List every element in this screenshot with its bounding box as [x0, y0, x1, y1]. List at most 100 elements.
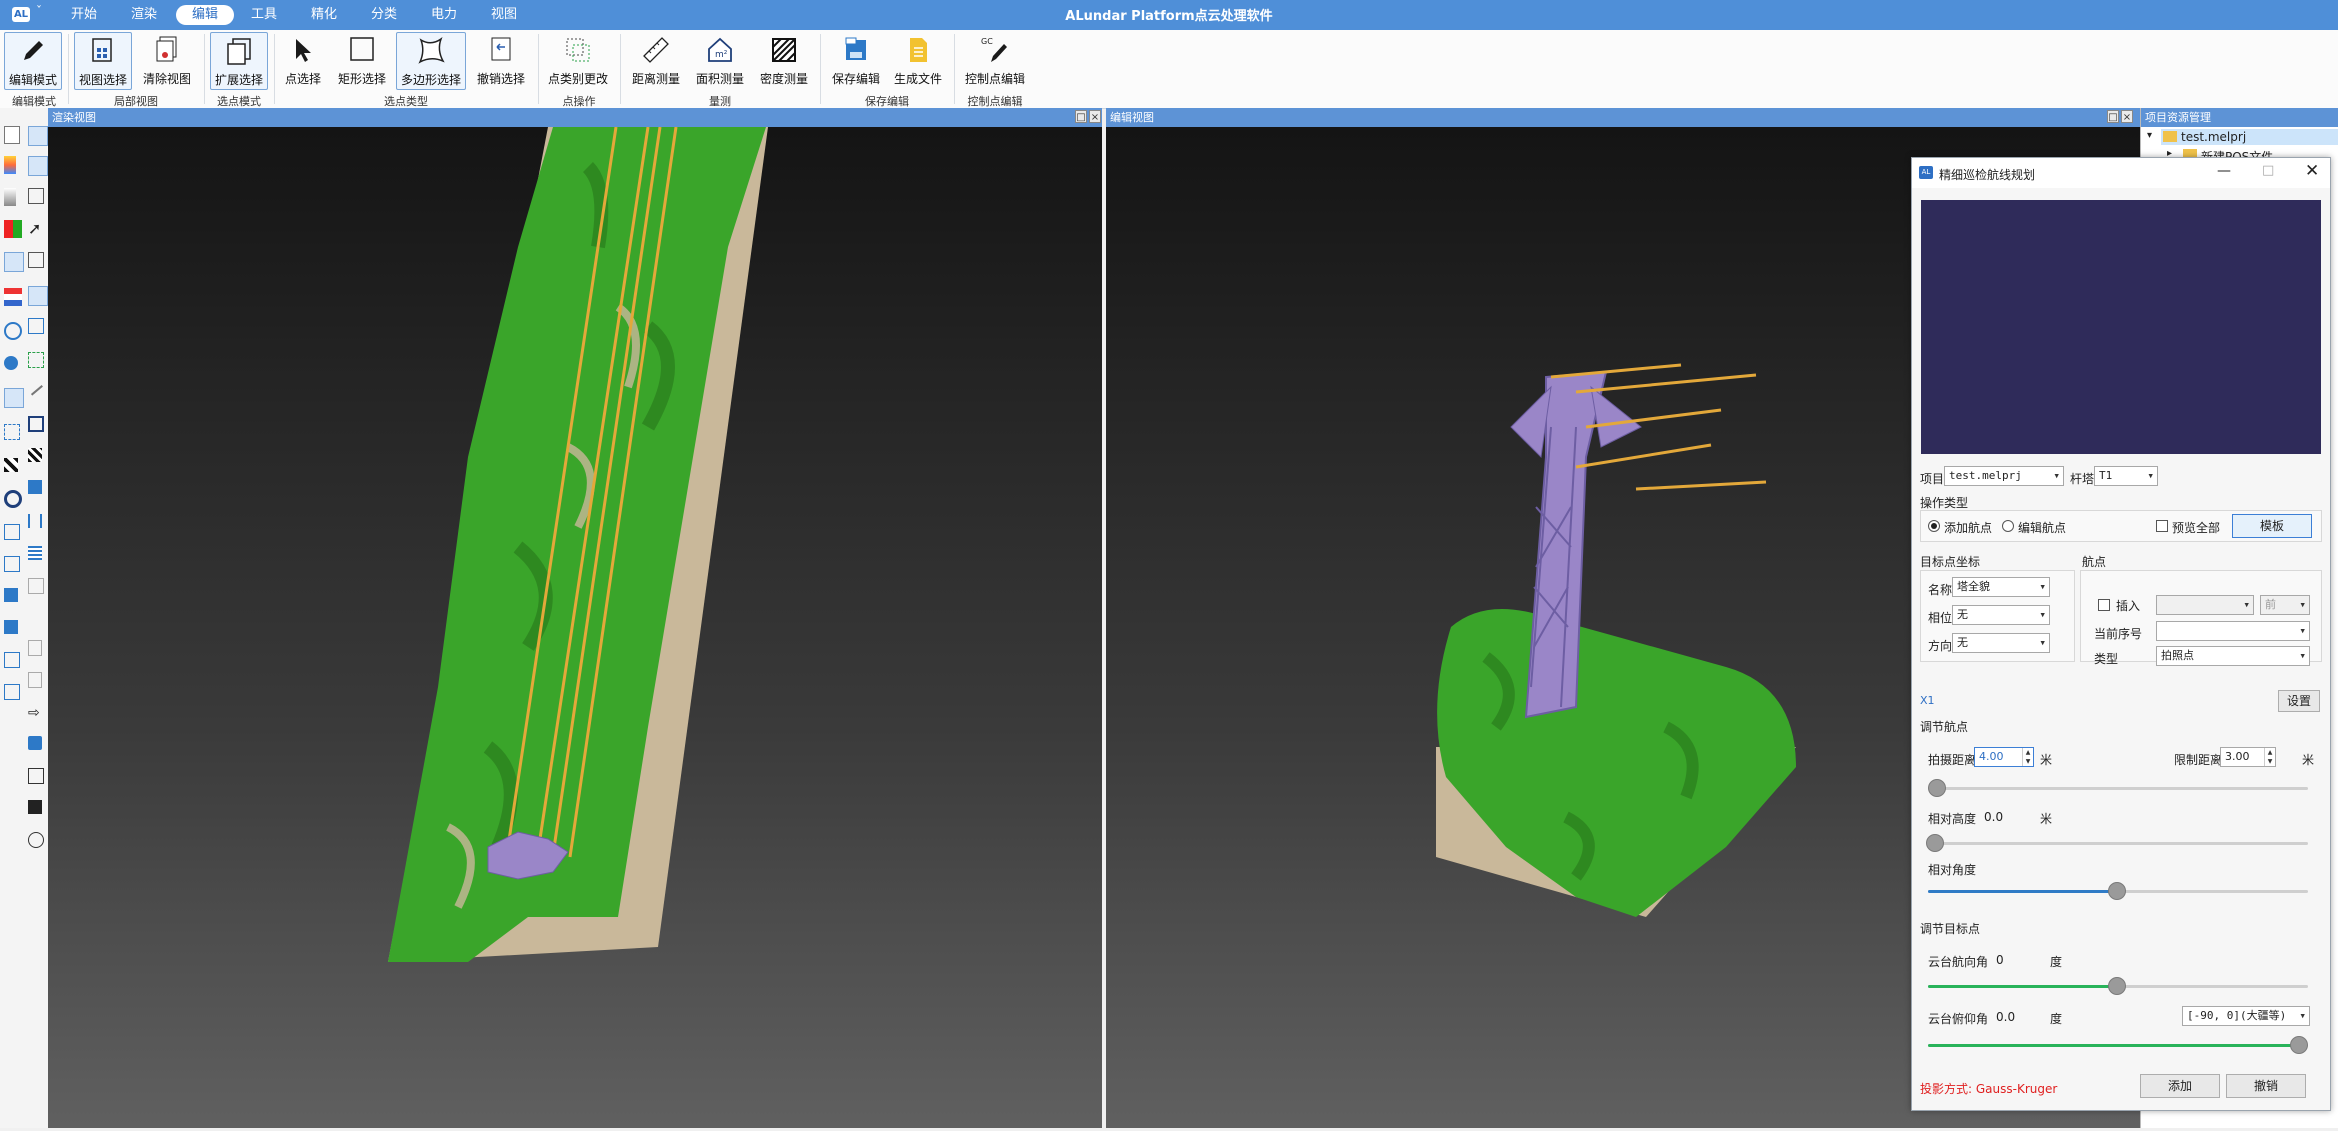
gear-icon[interactable] [4, 490, 22, 508]
rect-tool-icon[interactable] [28, 252, 44, 268]
edit-view-close-icon[interactable]: × [2121, 110, 2133, 123]
square-tool-icon[interactable] [28, 768, 44, 784]
layer-tool-icon[interactable] [28, 800, 42, 814]
dashed-select-icon[interactable] [4, 424, 20, 440]
edit-waypoint-radio[interactable] [2002, 520, 2014, 532]
tower-select[interactable]: T1 [2094, 466, 2158, 486]
cube-back-icon[interactable] [4, 556, 20, 572]
eye-filled-icon[interactable] [4, 356, 18, 370]
gimbal-pitch-slider[interactable] [1928, 1036, 2308, 1054]
layer-color-icon[interactable] [4, 288, 22, 306]
close-icon[interactable]: ✕ [2305, 161, 2319, 181]
slider-knob[interactable] [1928, 779, 1946, 797]
add-waypoint-radio[interactable] [1928, 520, 1940, 532]
insert-position-select[interactable] [2156, 595, 2254, 615]
menu-refine[interactable]: 精化 [306, 5, 342, 25]
spin-arrows-icon[interactable]: ▲ ▼ [2264, 748, 2275, 766]
render-view-canvas[interactable] [48, 126, 1102, 1128]
slider-knob[interactable] [2108, 882, 2126, 900]
polygon-tool-icon[interactable] [28, 286, 48, 306]
ruler-tool-icon[interactable] [27, 380, 43, 396]
relative-angle-slider[interactable] [1928, 882, 2308, 900]
tree-expand-icon[interactable]: ▾ [2147, 130, 2152, 141]
preview-viewport[interactable] [1921, 200, 2321, 454]
menu-classify[interactable]: 分类 [366, 5, 402, 25]
edit-view-float-icon[interactable]: □ [2107, 110, 2119, 123]
tower-tool-icon[interactable] [28, 514, 42, 528]
menu-edit[interactable]: 编辑 [176, 5, 234, 25]
pitch-range-select[interactable]: [-90, 0](大疆等) [2182, 1006, 2310, 1026]
preview-all-checkbox[interactable] [2156, 520, 2168, 532]
maximize-icon[interactable]: □ [2262, 163, 2274, 178]
undo-button[interactable]: 撤销 [2226, 1074, 2306, 1098]
before-after-select[interactable]: 前 [2260, 595, 2310, 615]
template-button[interactable]: 模板 [2232, 514, 2312, 538]
slider-knob[interactable] [2290, 1036, 2308, 1054]
eye-icon[interactable] [4, 322, 22, 340]
area-tool-icon[interactable] [28, 416, 44, 432]
area-measure-button[interactable]: m² 面积测量 [692, 32, 748, 90]
expand-select-button[interactable]: 扩展选择 [210, 32, 268, 90]
pencil-tool-icon[interactable] [28, 126, 48, 146]
menu-render[interactable]: 渲染 [126, 5, 162, 25]
selection-frame-icon[interactable] [4, 388, 24, 408]
cube-top-icon[interactable] [4, 652, 20, 668]
list-tool-icon[interactable] [28, 546, 42, 560]
menu-power[interactable]: 电力 [426, 5, 462, 25]
add-button[interactable]: 添加 [2140, 1074, 2220, 1098]
render-view-float-icon[interactable]: □ [1075, 110, 1087, 123]
minimize-icon[interactable]: — [2217, 163, 2231, 179]
undo-tool-icon[interactable] [28, 318, 44, 334]
rgb-color-icon[interactable] [4, 220, 22, 238]
density-measure-button[interactable]: 密度测量 [756, 32, 812, 90]
target-tool-icon[interactable] [28, 832, 44, 848]
class-change-button[interactable]: 点类别更改 [546, 32, 610, 90]
generate-file-button[interactable]: 生成文件 [890, 32, 946, 90]
distance-measure-button[interactable]: 距离测量 [628, 32, 684, 90]
cube-left-icon[interactable] [4, 588, 18, 602]
settings-button[interactable]: 设置 [2278, 690, 2320, 712]
current-index-select[interactable] [2156, 621, 2310, 641]
polygon-select-button[interactable]: 多边形选择 [396, 32, 466, 90]
point-select-button[interactable]: 点选择 [280, 32, 326, 90]
gimbal-heading-slider[interactable] [1928, 977, 2308, 995]
limit-distance-input[interactable]: 3.00 ▲ ▼ [2220, 747, 2276, 767]
blank-page-icon[interactable] [4, 126, 20, 144]
density-tool-icon[interactable] [28, 448, 42, 462]
file-blue-icon[interactable] [28, 672, 42, 688]
clear-view-button[interactable]: 清除视图 [138, 32, 196, 90]
spin-arrows-icon[interactable]: ▲ ▼ [2022, 748, 2033, 766]
checker-icon[interactable] [4, 458, 18, 472]
render-view-close-icon[interactable]: × [1089, 110, 1101, 123]
menu-start[interactable]: 开始 [66, 5, 102, 25]
direction-select[interactable]: 无 [1952, 633, 2050, 653]
shoot-distance-slider[interactable] [1928, 779, 2308, 797]
cube-front-icon[interactable] [4, 524, 20, 540]
route-icon[interactable]: ⇨ [28, 704, 46, 722]
menu-tools[interactable]: 工具 [246, 5, 282, 25]
classification-color-icon[interactable] [4, 252, 24, 272]
view-select-button[interactable]: 视图选择 [74, 32, 132, 90]
phase-select[interactable]: 无 [1952, 605, 2050, 625]
cube-right-icon[interactable] [4, 620, 18, 634]
shoot-distance-input[interactable]: 4.00 ▲ ▼ [1974, 747, 2034, 767]
rect-select-button[interactable]: 矩形选择 [334, 32, 390, 90]
menu-view[interactable]: 视图 [486, 5, 522, 25]
edit-mode-button[interactable]: 编辑模式 [4, 32, 62, 90]
clipboard-tool-icon[interactable] [28, 578, 44, 594]
file-red-icon[interactable] [28, 640, 42, 656]
project-select[interactable]: test.melprj [1944, 466, 2064, 486]
view-select-tool-icon[interactable] [28, 156, 48, 176]
slider-knob[interactable] [2108, 977, 2126, 995]
save-tool-icon[interactable] [28, 480, 42, 494]
clear-view-tool-icon[interactable] [28, 188, 44, 204]
color-ramp-icon[interactable] [4, 156, 16, 174]
class-change-tool-icon[interactable] [28, 352, 44, 368]
save-edit-button[interactable]: 保存编辑 [828, 32, 884, 90]
cursor-tool-icon[interactable]: ➚ [28, 220, 46, 238]
tree-node-root[interactable]: test.melprj [2161, 129, 2338, 145]
checkbox-tool-icon[interactable] [28, 736, 42, 750]
insert-checkbox[interactable] [2098, 599, 2110, 611]
quick-access-chevron-icon[interactable]: ˇ [36, 4, 42, 18]
undo-select-button[interactable]: 撤销选择 [472, 32, 530, 90]
